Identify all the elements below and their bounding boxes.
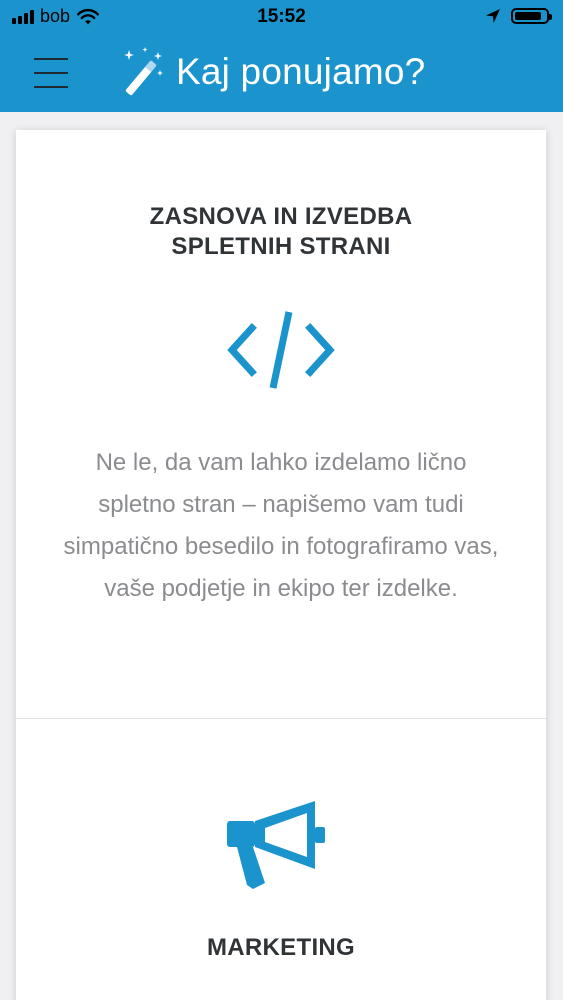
status-bar: bob 15:52 [0, 0, 563, 38]
services-card: ZASNOVA IN IZVEDBA SPLETNIH STRANI Ne le… [16, 130, 546, 1000]
megaphone-icon [227, 801, 325, 889]
page-title: Kaj ponujamo? [176, 51, 426, 92]
magic-wand-icon [124, 47, 163, 96]
battery-level [515, 12, 541, 20]
status-right [485, 8, 552, 24]
service-description: Ne le, da vam lahko izdelamo lično splet… [63, 449, 499, 602]
page-title-group: Kaj ponujamo? [118, 46, 425, 98]
hamburger-menu-icon[interactable] [34, 58, 68, 88]
status-time: 15:52 [257, 6, 306, 27]
location-arrow-icon [486, 9, 500, 23]
service-title: ZASNOVA IN IZVEDBA SPLETNIH STRANI [16, 202, 546, 262]
service-web-design: ZASNOVA IN IZVEDBA SPLETNIH STRANI Ne le… [16, 130, 546, 719]
navigation-bar: Kaj ponujamo? [0, 38, 563, 112]
service-title-line: ZASNOVA IN IZVEDBA [149, 203, 413, 230]
app-header: bob 15:52 Kaj ponujamo? [0, 0, 563, 112]
main-content: ZASNOVA IN IZVEDBA SPLETNIH STRANI Ne le… [0, 112, 563, 1000]
code-brackets-icon [227, 311, 335, 389]
service-marketing: MARKETING [16, 719, 546, 1000]
service-title: MARKETING [206, 934, 356, 961]
service-title-line: SPLETNIH STRANI [171, 233, 391, 260]
battery-icon [511, 8, 552, 24]
